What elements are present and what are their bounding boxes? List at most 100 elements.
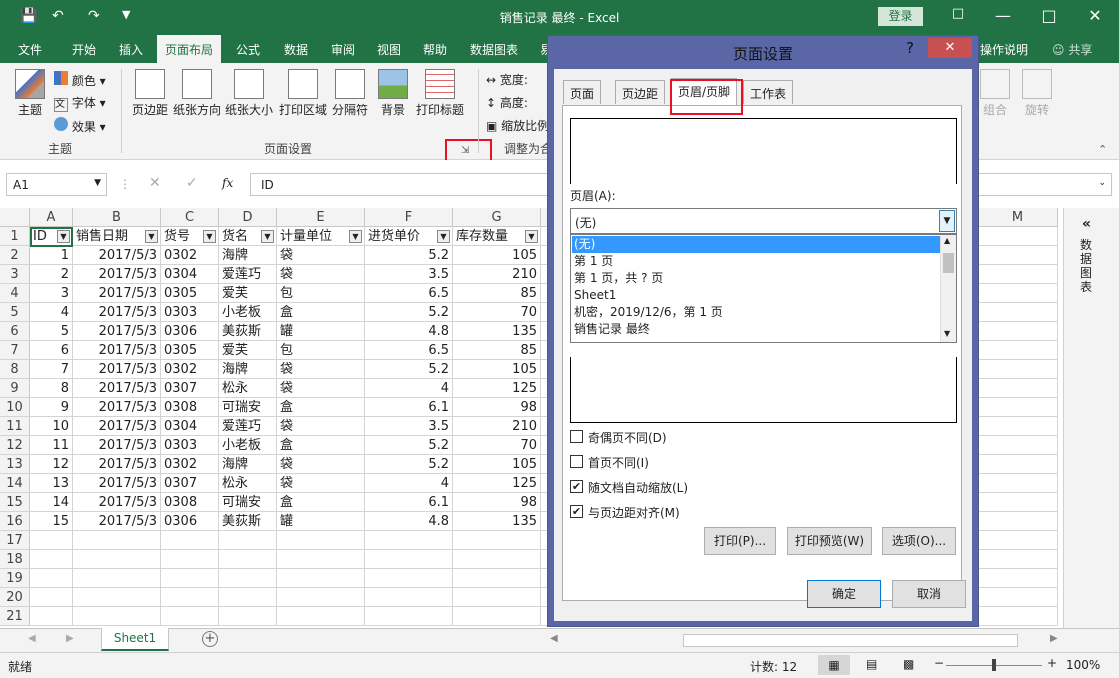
table-cell[interactable]: 海牌 xyxy=(219,246,277,265)
table-cell[interactable]: 12 xyxy=(30,455,73,474)
ok-button[interactable]: 确定 xyxy=(807,580,881,608)
empty-cell[interactable] xyxy=(30,607,73,626)
checkbox-align-margins[interactable]: ✔ xyxy=(570,505,583,518)
row-header[interactable]: 12 xyxy=(0,436,30,455)
checkbox-odd-even[interactable] xyxy=(570,430,583,443)
row-header[interactable]: 8 xyxy=(0,360,30,379)
tab-insert[interactable]: 插入 xyxy=(119,41,143,58)
empty-cell[interactable] xyxy=(161,588,219,607)
table-cell[interactable]: 2017/5/3 xyxy=(73,455,161,474)
effects-button[interactable]: 效果 ▾ xyxy=(54,117,106,135)
list-scroll-up-icon[interactable]: ▲ xyxy=(944,236,950,245)
checkbox-scale-with-doc[interactable]: ✔ xyxy=(570,480,583,493)
table-cell[interactable]: 爱莲巧 xyxy=(219,265,277,284)
dialog-tab-page[interactable]: 页面 xyxy=(563,80,602,104)
table-cell[interactable]: 小老板 xyxy=(219,303,277,322)
colors-button[interactable]: 颜色 ▾ xyxy=(54,71,106,89)
tab-page-layout[interactable]: 页面布局 xyxy=(157,35,222,63)
header-option[interactable]: Sheet1 xyxy=(574,287,616,304)
table-cell[interactable]: 2017/5/3 xyxy=(73,360,161,379)
table-cell[interactable]: 0308 xyxy=(161,493,219,512)
table-cell[interactable]: 2017/5/3 xyxy=(73,436,161,455)
table-cell[interactable]: 0306 xyxy=(161,322,219,341)
table-cell[interactable]: 0302 xyxy=(161,246,219,265)
table-cell[interactable]: 2017/5/3 xyxy=(73,303,161,322)
row-header[interactable]: 17 xyxy=(0,531,30,550)
header-option[interactable]: 第 1 页，共 ? 页 xyxy=(574,270,663,287)
prev-sheet-icon[interactable]: ◀ xyxy=(28,633,36,644)
table-cell[interactable]: 美荻斯 xyxy=(219,512,277,531)
orientation-button[interactable]: 纸张方向 xyxy=(173,69,221,118)
maximize-icon[interactable]: □ xyxy=(1026,6,1072,25)
empty-cell[interactable] xyxy=(365,550,453,569)
empty-cell[interactable] xyxy=(161,569,219,588)
table-cell[interactable]: 85 xyxy=(453,341,541,360)
row-header[interactable]: 10 xyxy=(0,398,30,417)
table-cell[interactable]: 6 xyxy=(30,341,73,360)
page-layout-view-icon[interactable]: ▤ xyxy=(866,657,877,671)
table-cell[interactable]: 5.2 xyxy=(365,455,453,474)
tab-home[interactable]: 开始 xyxy=(72,41,96,58)
empty-cell[interactable] xyxy=(219,607,277,626)
breaks-button[interactable]: 分隔符 xyxy=(330,69,370,118)
table-cell[interactable]: 盒 xyxy=(277,493,365,512)
table-cell[interactable]: 0308 xyxy=(161,398,219,417)
table-cell[interactable]: 爱芙 xyxy=(219,341,277,360)
checkbox-label[interactable]: 奇偶页不同(D) xyxy=(588,429,667,446)
tab-formulas[interactable]: 公式 xyxy=(236,41,260,58)
select-all-corner[interactable] xyxy=(0,208,30,227)
table-cell[interactable]: 0307 xyxy=(161,474,219,493)
row-header[interactable]: 4 xyxy=(0,284,30,303)
empty-cell[interactable] xyxy=(161,531,219,550)
list-scroll-thumb[interactable] xyxy=(943,253,954,273)
row-header[interactable]: 21 xyxy=(0,607,30,626)
table-cell[interactable]: 海牌 xyxy=(219,360,277,379)
normal-view-icon[interactable]: ▦ xyxy=(818,655,850,675)
table-cell[interactable]: 袋 xyxy=(277,455,365,474)
empty-cell[interactable] xyxy=(30,569,73,588)
tab-file[interactable]: 文件 xyxy=(18,41,42,58)
table-cell[interactable]: 松永 xyxy=(219,474,277,493)
table-cell[interactable]: 125 xyxy=(453,379,541,398)
table-cell[interactable]: 5.2 xyxy=(365,246,453,265)
header-select[interactable]: (无) ▼ xyxy=(570,208,957,234)
table-cell[interactable]: 13 xyxy=(30,474,73,493)
table-cell[interactable]: 盒 xyxy=(277,436,365,455)
row-header[interactable]: 16 xyxy=(0,512,30,531)
empty-cell[interactable] xyxy=(277,550,365,569)
size-button[interactable]: 纸张大小 xyxy=(225,69,273,118)
empty-cell[interactable] xyxy=(277,588,365,607)
next-sheet-icon[interactable]: ▶ xyxy=(66,633,74,644)
table-cell[interactable]: 2017/5/3 xyxy=(73,398,161,417)
table-cell[interactable]: 2017/5/3 xyxy=(73,284,161,303)
zoom-in-icon[interactable]: + xyxy=(1047,656,1057,670)
header-cell[interactable]: 进货单价 ▼ xyxy=(365,227,453,246)
fonts-button[interactable]: 文 字体 ▾ xyxy=(54,94,106,112)
table-cell[interactable]: 2017/5/3 xyxy=(73,322,161,341)
zoom-slider-thumb[interactable] xyxy=(992,659,996,671)
empty-cell[interactable] xyxy=(30,550,73,569)
header-option[interactable]: 销售记录 最终 xyxy=(574,321,650,338)
table-cell[interactable]: 3 xyxy=(30,284,73,303)
empty-cell[interactable] xyxy=(73,531,161,550)
empty-cell[interactable] xyxy=(161,550,219,569)
table-cell[interactable]: 盒 xyxy=(277,303,365,322)
pane-title[interactable]: 数据图表 xyxy=(1080,238,1096,294)
dialog-tab-margins[interactable]: 页边距 xyxy=(615,80,666,104)
header-option[interactable]: 机密，2019/12/6，第 1 页 xyxy=(574,304,723,321)
table-cell[interactable]: 可瑞安 xyxy=(219,493,277,512)
table-cell[interactable]: 包 xyxy=(277,341,365,360)
table-cell[interactable]: 爱芙 xyxy=(219,284,277,303)
row-header[interactable]: 5 xyxy=(0,303,30,322)
table-cell[interactable]: 盒 xyxy=(277,398,365,417)
expand-pane-icon[interactable]: « xyxy=(1082,216,1091,232)
table-cell[interactable]: 98 xyxy=(453,493,541,512)
header-cell[interactable]: 货号 ▼ xyxy=(161,227,219,246)
print-button[interactable]: 打印(P)... xyxy=(704,527,776,555)
column-header[interactable]: E xyxy=(277,208,365,227)
table-cell[interactable]: 0304 xyxy=(161,265,219,284)
empty-cell[interactable] xyxy=(219,569,277,588)
table-cell[interactable]: 0307 xyxy=(161,379,219,398)
tab-data[interactable]: 数据 xyxy=(284,41,308,58)
empty-cell[interactable] xyxy=(73,588,161,607)
